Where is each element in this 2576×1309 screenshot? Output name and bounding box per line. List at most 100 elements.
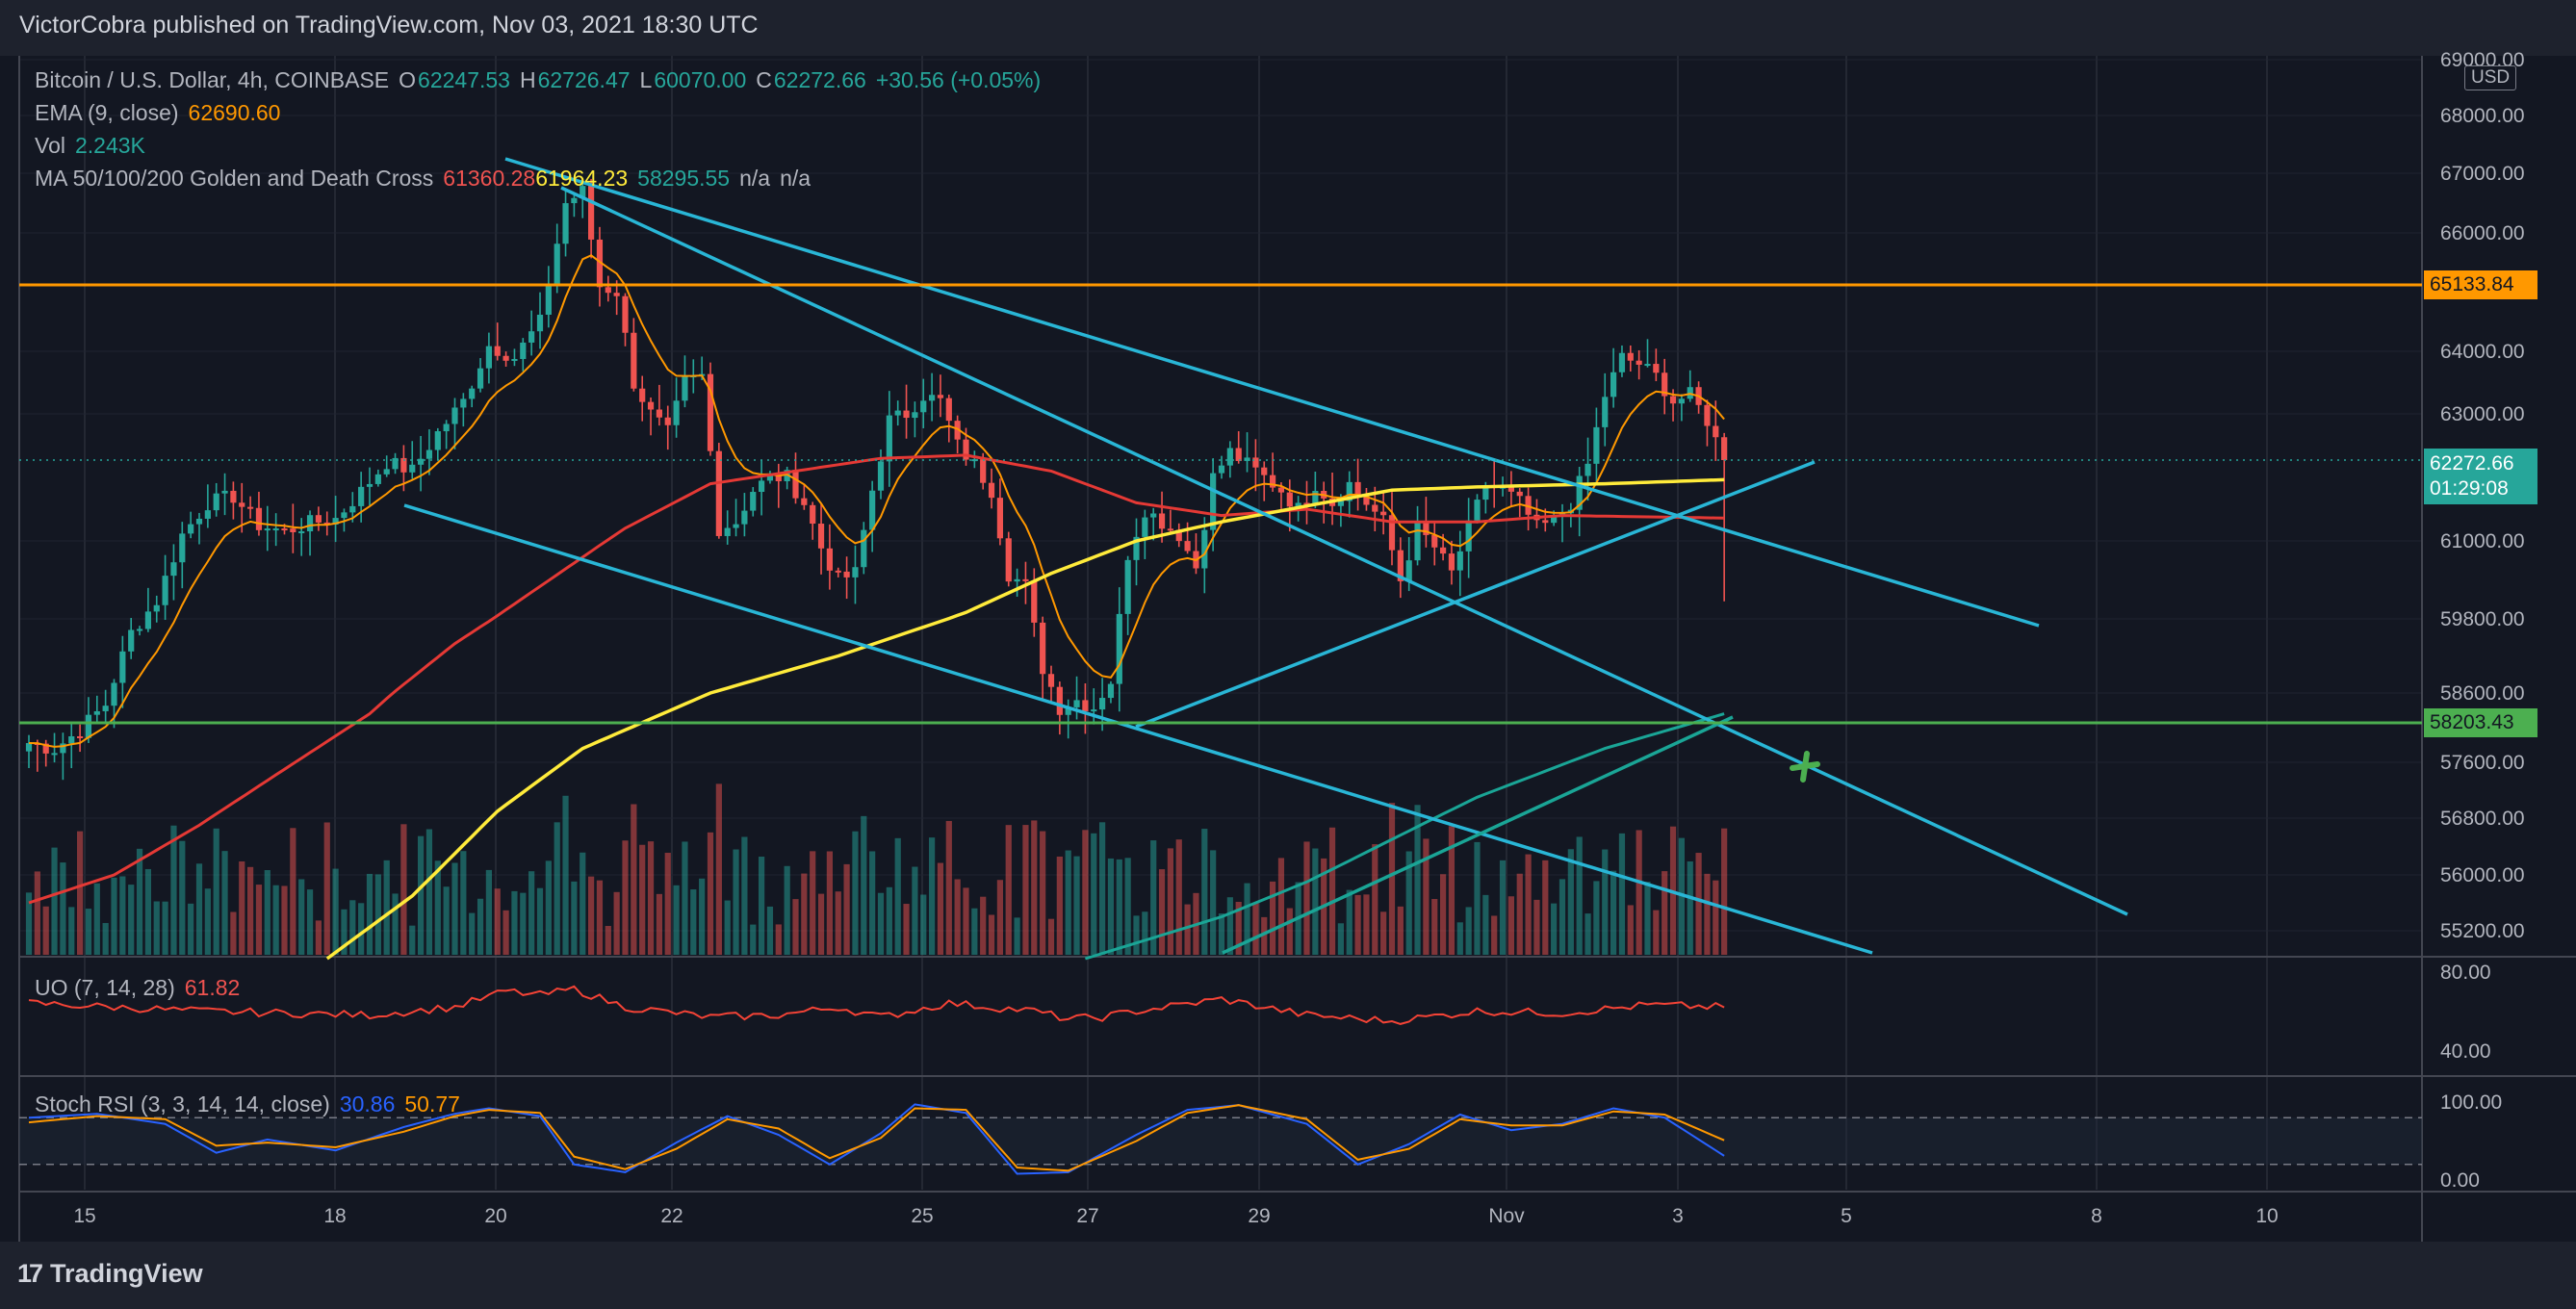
candle-body-56 xyxy=(502,355,509,361)
volume-bar-196 xyxy=(1695,853,1702,955)
time-label-3: 22 xyxy=(660,1205,683,1227)
tradingview-logo[interactable]: 17 TradingView xyxy=(17,1259,203,1289)
uo-value: 61.82 xyxy=(184,975,241,1000)
volume-bar-135 xyxy=(1175,839,1182,955)
volume-bar-148 xyxy=(1286,908,1293,955)
currency-button[interactable]: USD xyxy=(2464,65,2517,90)
ma100-value: 61964.23 xyxy=(535,166,629,191)
volume-bar-4 xyxy=(60,862,66,955)
candle-body-51 xyxy=(460,398,467,408)
candle-body-81 xyxy=(715,450,722,536)
volume-bar-147 xyxy=(1277,858,1285,955)
candle-body-74 xyxy=(656,409,662,418)
price-tick-4: 64000.00 xyxy=(2440,341,2525,363)
time-label-5: 27 xyxy=(1076,1205,1098,1227)
volume-bar-45 xyxy=(409,925,416,955)
candle-body-90 xyxy=(792,470,799,499)
stoch-label: Stoch RSI (3, 3, 14, 14, close) xyxy=(35,1091,330,1116)
open-value: 62247.53 xyxy=(418,67,510,92)
ma-na-2: n/a xyxy=(780,166,811,191)
volume-bar-23 xyxy=(221,851,228,955)
volume-bar-75 xyxy=(664,853,671,955)
candle-body-54 xyxy=(485,346,492,369)
volume-bar-168 xyxy=(1456,922,1463,955)
candle-body-28 xyxy=(264,528,270,531)
volume-bar-9 xyxy=(102,922,109,955)
support-price-tag: 58203.43 xyxy=(2424,708,2537,737)
uo-tick-0: 80.00 xyxy=(2440,962,2491,984)
volume-bar-62 xyxy=(554,822,560,955)
volume-bar-14 xyxy=(144,868,151,955)
last-price-tag: 62272.66 01:29:08 xyxy=(2424,449,2537,504)
vol-label: Vol xyxy=(35,133,65,158)
volume-bar-56 xyxy=(502,910,509,955)
candle-body-20 xyxy=(195,518,203,525)
candle-body-123 xyxy=(1073,700,1080,707)
volume-bar-134 xyxy=(1167,848,1173,955)
volume-bar-109 xyxy=(954,879,961,955)
volume-bar-12 xyxy=(128,885,135,955)
candle-body-10 xyxy=(111,682,117,706)
candle-body-115 xyxy=(1005,538,1012,582)
candle-body-141 xyxy=(1226,448,1233,466)
price-tick-11: 56000.00 xyxy=(2440,864,2525,886)
volume-bar-42 xyxy=(383,860,390,955)
candle-body-18 xyxy=(179,533,186,563)
candle-body-52 xyxy=(469,388,476,399)
time-label-1: 18 xyxy=(323,1205,346,1227)
candle-body-198 xyxy=(1713,425,1719,438)
volume-bar-19 xyxy=(188,903,194,955)
volume-bar-117 xyxy=(1022,825,1029,955)
time-label-2: 20 xyxy=(484,1205,506,1227)
candle-body-93 xyxy=(817,524,825,549)
candle-body-185 xyxy=(1602,397,1609,427)
candle-body-85 xyxy=(750,492,757,511)
high-value: 62726.47 xyxy=(537,67,631,92)
volume-bar-118 xyxy=(1031,820,1038,955)
candle-body-25 xyxy=(239,502,245,507)
candle-body-113 xyxy=(988,482,995,499)
volume-bar-57 xyxy=(511,890,518,955)
candle-body-147 xyxy=(1277,487,1285,493)
symbol-name: Bitcoin / U.S. Dollar, 4h, COINBASE xyxy=(35,67,390,92)
volume-bar-129 xyxy=(1124,858,1131,955)
candle-body-168 xyxy=(1456,551,1463,571)
volume-bar-153 xyxy=(1328,827,1336,955)
volume-bar-52 xyxy=(469,912,476,955)
volume-bar-154 xyxy=(1337,923,1344,955)
volume-bar-53 xyxy=(477,898,484,955)
volume-bar-173 xyxy=(1499,860,1507,955)
price-tick-5: 63000.00 xyxy=(2440,403,2525,425)
volume-bar-2 xyxy=(42,906,49,955)
volume-bar-128 xyxy=(1116,859,1122,955)
volume-bar-40 xyxy=(366,873,374,955)
volume-bar-130 xyxy=(1133,915,1140,955)
price-tick-2: 67000.00 xyxy=(2440,163,2525,185)
candle-body-60 xyxy=(536,314,544,332)
candle-body-83 xyxy=(733,524,739,528)
volume-bar-186 xyxy=(1610,870,1617,955)
candle-body-48 xyxy=(434,431,441,450)
candle-body-73 xyxy=(647,401,655,410)
candle-body-14 xyxy=(144,611,151,629)
candle-body-61 xyxy=(545,285,552,315)
candle-body-96 xyxy=(843,571,850,578)
volume-bar-138 xyxy=(1201,829,1208,955)
volume-bar-136 xyxy=(1184,904,1191,955)
volume-bar-80 xyxy=(707,832,714,955)
candle-body-49 xyxy=(443,424,450,432)
candle-body-117 xyxy=(1022,578,1029,581)
volume-bar-29 xyxy=(272,885,279,955)
volume-bar-1 xyxy=(34,871,40,955)
volume-bar-113 xyxy=(988,914,995,955)
candle-body-106 xyxy=(929,395,936,401)
price-tick-3: 66000.00 xyxy=(2440,222,2525,244)
close-value: 62272.66 xyxy=(773,67,866,92)
stoch-k-value: 30.86 xyxy=(339,1091,396,1116)
candle-body-167 xyxy=(1448,553,1455,571)
volume-bar-155 xyxy=(1346,889,1352,955)
candle-body-163 xyxy=(1414,521,1421,561)
volume-bar-8 xyxy=(93,883,100,955)
volume-bar-11 xyxy=(119,876,126,955)
candle-body-12 xyxy=(128,629,135,652)
